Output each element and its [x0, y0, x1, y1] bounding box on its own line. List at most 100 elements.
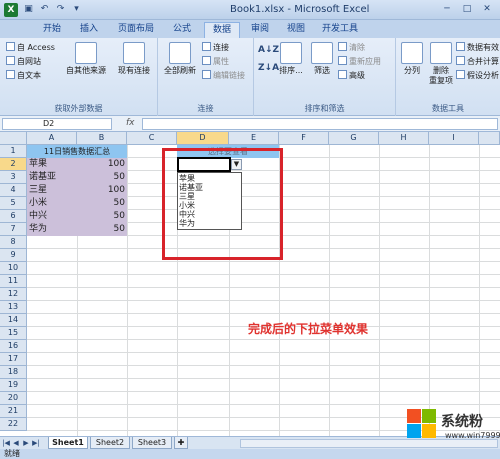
select-all-corner[interactable] — [0, 132, 27, 145]
sheet-tab-3[interactable]: Sheet3 — [132, 437, 172, 449]
tab-developer[interactable]: 开发工具 — [316, 22, 364, 38]
from-text-button[interactable]: 自文本 — [6, 70, 41, 82]
row-header[interactable]: 12 — [0, 288, 27, 301]
customize-icon[interactable]: ▾ — [70, 3, 83, 16]
first-sheet-icon[interactable]: |◀ — [2, 439, 10, 448]
group-sort-filter: A↓Z Z↓A 排序... 筛选 清除 重新应用 高级 排序和筛选 — [254, 38, 396, 116]
tab-insert[interactable]: 插入 — [72, 22, 106, 38]
tab-view[interactable]: 视图 — [280, 22, 312, 38]
cell-b5[interactable]: 50 — [77, 197, 127, 210]
row-header[interactable]: 15 — [0, 327, 27, 340]
row-header[interactable]: 7 — [0, 223, 27, 236]
edit-links-button[interactable]: 编辑链接 — [202, 70, 245, 82]
cell-a7[interactable]: 华为 — [27, 223, 77, 236]
refresh-icon — [169, 42, 191, 64]
from-web-button[interactable]: 自网站 — [6, 56, 41, 68]
ribbon: 自 Access 自网站 自文本 自其他来源 现有连接 获取外部数据 全部刷新 … — [0, 38, 500, 116]
from-other-sources-button[interactable]: 自其他来源 — [62, 42, 110, 76]
cell-b3[interactable]: 50 — [77, 171, 127, 184]
tab-home[interactable]: 开始 — [36, 22, 68, 38]
function-icon[interactable]: fx — [126, 118, 135, 128]
row-header[interactable]: 9 — [0, 249, 27, 262]
column-header-b[interactable]: B — [77, 132, 127, 145]
what-if-button[interactable]: 假设分析 — [456, 70, 499, 82]
row-header[interactable]: 19 — [0, 379, 27, 392]
sheet-tab-1[interactable]: Sheet1 — [48, 437, 88, 449]
row-header[interactable]: 10 — [0, 262, 27, 275]
row-header[interactable]: 6 — [0, 210, 27, 223]
row-header[interactable]: 8 — [0, 236, 27, 249]
cell-a4[interactable]: 三星 — [27, 184, 77, 197]
next-sheet-icon[interactable]: ▶ — [22, 439, 30, 448]
ribbon-tabs: 开始 插入 页面布局 公式 数据 审阅 视图 开发工具 — [0, 20, 500, 38]
column-header-g[interactable]: G — [329, 132, 379, 145]
row-header[interactable]: 18 — [0, 366, 27, 379]
cell-b4[interactable]: 100 — [77, 184, 127, 197]
status-text: 就绪 — [4, 449, 20, 458]
row-header[interactable]: 13 — [0, 301, 27, 314]
data-validation-button[interactable]: 数据有效 — [456, 42, 499, 54]
row-header[interactable]: 2 — [0, 158, 27, 171]
row-header[interactable]: 21 — [0, 405, 27, 418]
name-box[interactable]: D2 — [2, 118, 112, 130]
watermark-url: www.win7999.com — [445, 431, 500, 440]
gridline — [27, 391, 500, 392]
column-header-i[interactable]: I — [429, 132, 479, 145]
last-sheet-icon[interactable]: ▶| — [32, 439, 40, 448]
close-icon[interactable]: ✕ — [478, 2, 496, 17]
row-header[interactable]: 1 — [0, 145, 27, 158]
existing-connections-button[interactable]: 现有连接 — [112, 42, 156, 76]
reapply-button[interactable]: 重新应用 — [338, 56, 381, 68]
column-header-h[interactable]: H — [379, 132, 429, 145]
row-header[interactable]: 4 — [0, 184, 27, 197]
column-header-f[interactable]: F — [279, 132, 329, 145]
maximize-icon[interactable]: □ — [458, 2, 476, 17]
filter-button[interactable]: 筛选 — [308, 42, 336, 76]
tab-data[interactable]: 数据 — [204, 22, 240, 38]
cell-a5[interactable]: 小米 — [27, 197, 77, 210]
column-header-j[interactable] — [479, 132, 500, 145]
row-header[interactable]: 16 — [0, 340, 27, 353]
sheet-tab-2[interactable]: Sheet2 — [90, 437, 130, 449]
minimize-icon[interactable]: ─ — [438, 2, 456, 17]
column-header-d[interactable]: D — [177, 132, 229, 145]
row-header[interactable]: 11 — [0, 275, 27, 288]
row-header[interactable]: 5 — [0, 197, 27, 210]
clear-button[interactable]: 清除 — [338, 42, 365, 54]
worksheet-grid[interactable]: A B C D E F G H I 1 2 3 4 5 6 7 8 9 10 1… — [0, 132, 500, 436]
tab-formulas[interactable]: 公式 — [166, 22, 198, 38]
save-icon[interactable]: ▣ — [22, 3, 35, 16]
consolidate-button[interactable]: 合并计算 — [456, 56, 499, 68]
tab-page-layout[interactable]: 页面布局 — [110, 22, 162, 38]
insert-sheet-icon[interactable]: ✚ — [174, 437, 188, 449]
row-header[interactable]: 14 — [0, 314, 27, 327]
table-header[interactable]: 11日销售数据汇总 — [27, 145, 127, 158]
cell-a6[interactable]: 中兴 — [27, 210, 77, 223]
row-header[interactable]: 17 — [0, 353, 27, 366]
tab-review[interactable]: 审阅 — [244, 22, 276, 38]
remove-duplicates-button[interactable]: 删除 重复项 — [426, 42, 456, 86]
cell-a2[interactable]: 苹果 — [27, 158, 77, 171]
row-header[interactable]: 3 — [0, 171, 27, 184]
cell-b7[interactable]: 50 — [77, 223, 127, 236]
properties-button[interactable]: 属性 — [202, 56, 229, 68]
column-header-c[interactable]: C — [127, 132, 177, 145]
cell-b6[interactable]: 50 — [77, 210, 127, 223]
column-header-e[interactable]: E — [229, 132, 279, 145]
column-header-a[interactable]: A — [27, 132, 77, 145]
refresh-all-button[interactable]: 全部刷新 — [160, 42, 200, 76]
sort-button[interactable]: 排序... — [276, 42, 306, 76]
formula-input[interactable] — [142, 118, 498, 130]
from-access-button[interactable]: 自 Access — [6, 42, 55, 54]
prev-sheet-icon[interactable]: ◀ — [12, 439, 20, 448]
connections-button[interactable]: 连接 — [202, 42, 229, 54]
row-header[interactable]: 22 — [0, 418, 27, 431]
advanced-button[interactable]: 高级 — [338, 70, 365, 82]
text-to-columns-button[interactable]: 分列 — [398, 42, 426, 76]
cell-a3[interactable]: 诺基亚 — [27, 171, 77, 184]
cell-b2[interactable]: 100 — [77, 158, 127, 171]
undo-icon[interactable]: ↶ — [38, 3, 51, 16]
row-header[interactable]: 20 — [0, 392, 27, 405]
window-title: Book1.xlsx - Microsoft Excel — [230, 4, 370, 15]
redo-icon[interactable]: ↷ — [54, 3, 67, 16]
